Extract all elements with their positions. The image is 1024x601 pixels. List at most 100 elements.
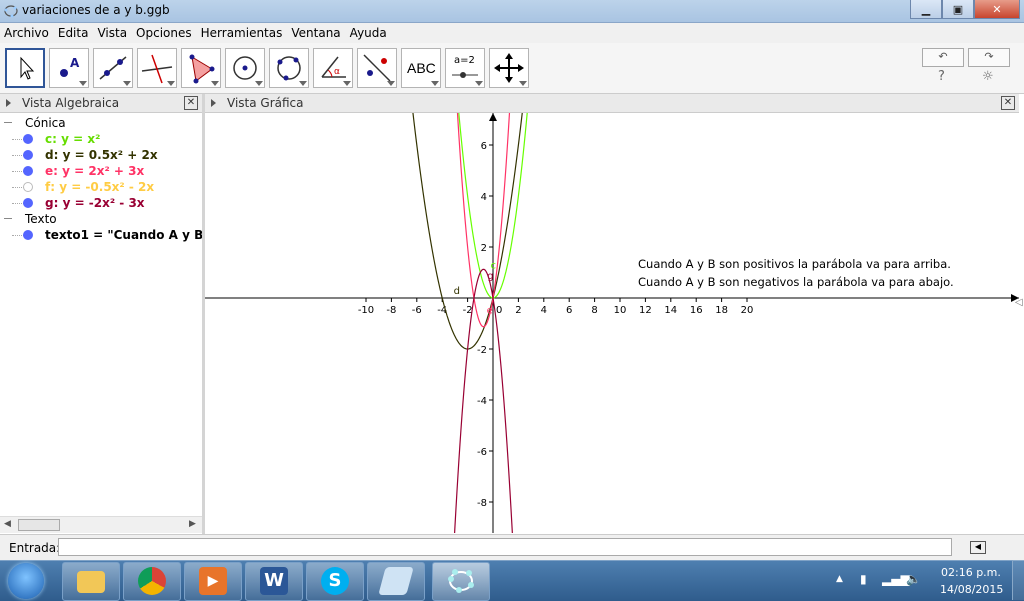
cursor-arrow-icon [20, 56, 35, 80]
menu-vista[interactable]: Vista [93, 26, 132, 40]
object-g[interactable]: g: y = -2x² - 3x [0, 195, 202, 211]
polygon-tool-button[interactable] [181, 48, 221, 88]
x-tick-label: -6 [412, 305, 422, 316]
collapse-icon[interactable] [4, 122, 12, 123]
skype-icon: S [321, 567, 349, 595]
object-texto1[interactable]: texto1 = "Cuando A y B son [0, 227, 202, 243]
taskbar: ▶ W S [0, 560, 1024, 601]
visibility-toggle-icon[interactable] [23, 198, 33, 208]
x-tick-label: 0 [496, 305, 502, 316]
x-tick-label: -10 [358, 305, 374, 316]
scroll-thumb[interactable] [18, 519, 60, 531]
move-tool-button[interactable] [5, 48, 45, 88]
object-f[interactable]: f: y = -0.5x² - 2x [0, 179, 202, 195]
graphics-canvas[interactable]: -10 -8 -6 -4 -2 0 2 4 6 8 10 12 14 16 18 20642-2-4-6-8 … [205, 113, 1019, 533]
input-field[interactable] [58, 538, 952, 556]
y-tick-label: 6 [481, 141, 487, 152]
visibility-toggle-icon[interactable] [23, 150, 33, 160]
taskbar-geogebra[interactable] [432, 562, 490, 601]
menu-ventana[interactable]: Ventana [287, 26, 345, 40]
taskbar-notepad[interactable] [367, 562, 425, 601]
close-button[interactable]: ✕ [974, 0, 1020, 19]
notepad-icon [378, 567, 414, 595]
taskbar-word[interactable]: W [245, 562, 303, 601]
graphics-view-header: Vista Gráfica ✕ [205, 94, 1019, 113]
menu-opciones[interactable]: Opciones [132, 26, 197, 40]
category-label: Cónica [25, 116, 66, 130]
visibility-toggle-icon[interactable] [23, 166, 33, 176]
perpendicular-tool-button[interactable] [137, 48, 177, 88]
y-tick-label: -4 [477, 396, 487, 407]
object-label: g: y = -2x² - 3x [45, 196, 145, 210]
taskbar-chrome[interactable] [123, 562, 181, 601]
taskbar-explorer[interactable] [62, 562, 120, 601]
geogebra-app-icon [4, 5, 18, 18]
close-graphics-view-button[interactable]: ✕ [1001, 96, 1015, 110]
minimize-button[interactable]: ▁ [910, 0, 942, 19]
object-e[interactable]: e: y = 2x² + 3x [0, 163, 202, 179]
help-icon[interactable]: ? [938, 69, 945, 84]
taskbar-media-player[interactable]: ▶ [184, 562, 242, 601]
undo-button[interactable]: ↶ [922, 48, 964, 67]
scroll-left-icon[interactable]: ◀ [4, 519, 11, 529]
visibility-toggle-icon[interactable] [23, 134, 33, 144]
word-icon: W [260, 567, 288, 595]
object-c[interactable]: c: y = x² [0, 131, 202, 147]
graphics-text-line-1[interactable]: Cuando A y B son positivos la parábola v… [638, 257, 951, 271]
circle-tool-button[interactable] [225, 48, 265, 88]
conic-tool-button[interactable] [269, 48, 309, 88]
window-controls: ▁ ▣ ✕ [910, 0, 1020, 20]
text-tool-button[interactable]: ABC [401, 48, 441, 88]
algebra-view-header: Vista Algebraica ✕ [0, 94, 202, 113]
collapse-right-panel-icon[interactable]: ◁ [1015, 297, 1023, 308]
start-button[interactable] [8, 563, 44, 599]
clock-date[interactable]: 14/08/2015 [940, 583, 1003, 596]
graphics-text-line-2[interactable]: Cuando A y B son negativos la parábola v… [638, 275, 954, 289]
curve-label-g: g [487, 271, 493, 282]
slider-tool-button[interactable]: a=2 [445, 48, 485, 88]
show-hidden-icons-icon[interactable]: ▲ [836, 574, 843, 584]
angle-tool-button[interactable]: α [313, 48, 353, 88]
close-algebra-view-button[interactable]: ✕ [184, 96, 198, 110]
line-tool-button[interactable] [93, 48, 133, 88]
point-tool-button[interactable]: A [49, 48, 89, 88]
object-label: d: y = 0.5x² + 2x [45, 148, 158, 162]
show-desktop-button[interactable] [1012, 560, 1024, 600]
expand-arrow-icon[interactable] [211, 99, 216, 107]
object-label: c: y = x² [45, 132, 101, 146]
clock-time[interactable]: 02:16 p.m. [941, 566, 1001, 579]
category-label: Texto [25, 212, 57, 226]
taskbar-skype[interactable]: S [306, 562, 364, 601]
algebra-horizontal-scrollbar[interactable]: ◀ ▶ [0, 516, 202, 533]
y-tick-label: 2 [481, 243, 487, 254]
menu-herramientas[interactable]: Herramientas [197, 26, 288, 40]
settings-icon[interactable]: ☼ [982, 69, 994, 84]
visibility-toggle-icon[interactable] [23, 230, 33, 240]
scroll-right-icon[interactable]: ▶ [189, 519, 196, 529]
toolbar: A α ABC a=2 ↶ ↷ ? ☼ [0, 43, 1024, 94]
y-tick-label: -6 [477, 447, 487, 458]
x-tick-label: 14 [664, 305, 677, 316]
y-axis-arrow [489, 113, 497, 121]
text-tool-label: ABC [407, 60, 436, 76]
visibility-toggle-icon[interactable] [23, 182, 33, 192]
collapse-icon[interactable] [4, 218, 12, 219]
x-tick-label: -8 [386, 305, 396, 316]
redo-button[interactable]: ↷ [968, 48, 1010, 67]
move-view-tool-button[interactable] [489, 48, 529, 88]
menu-ayuda[interactable]: Ayuda [346, 26, 392, 40]
input-help-icon[interactable]: ◀ [970, 541, 986, 554]
object-label: texto1 = "Cuando A y B son [45, 228, 202, 242]
expand-arrow-icon[interactable] [6, 99, 11, 107]
menu-edita[interactable]: Edita [54, 26, 94, 40]
reflect-tool-button[interactable] [357, 48, 397, 88]
y-tick-label: -8 [477, 498, 487, 509]
algebra-view-title: Vista Algebraica [22, 96, 120, 110]
object-d[interactable]: d: y = 0.5x² + 2x [0, 147, 202, 163]
menu-archivo[interactable]: Archivo [0, 26, 54, 40]
battery-icon[interactable]: ▮ [860, 572, 867, 586]
graphics-view[interactable]: -10 -8 -6 -4 -2 0 2 4 6 8 10 12 14 16 18 20 6 4 2 -2 -4 -6 -8 … [205, 113, 1019, 533]
volume-muted-icon[interactable]: 🔈 [906, 572, 921, 586]
x-tick-label: 16 [690, 305, 703, 316]
maximize-button[interactable]: ▣ [942, 0, 974, 19]
